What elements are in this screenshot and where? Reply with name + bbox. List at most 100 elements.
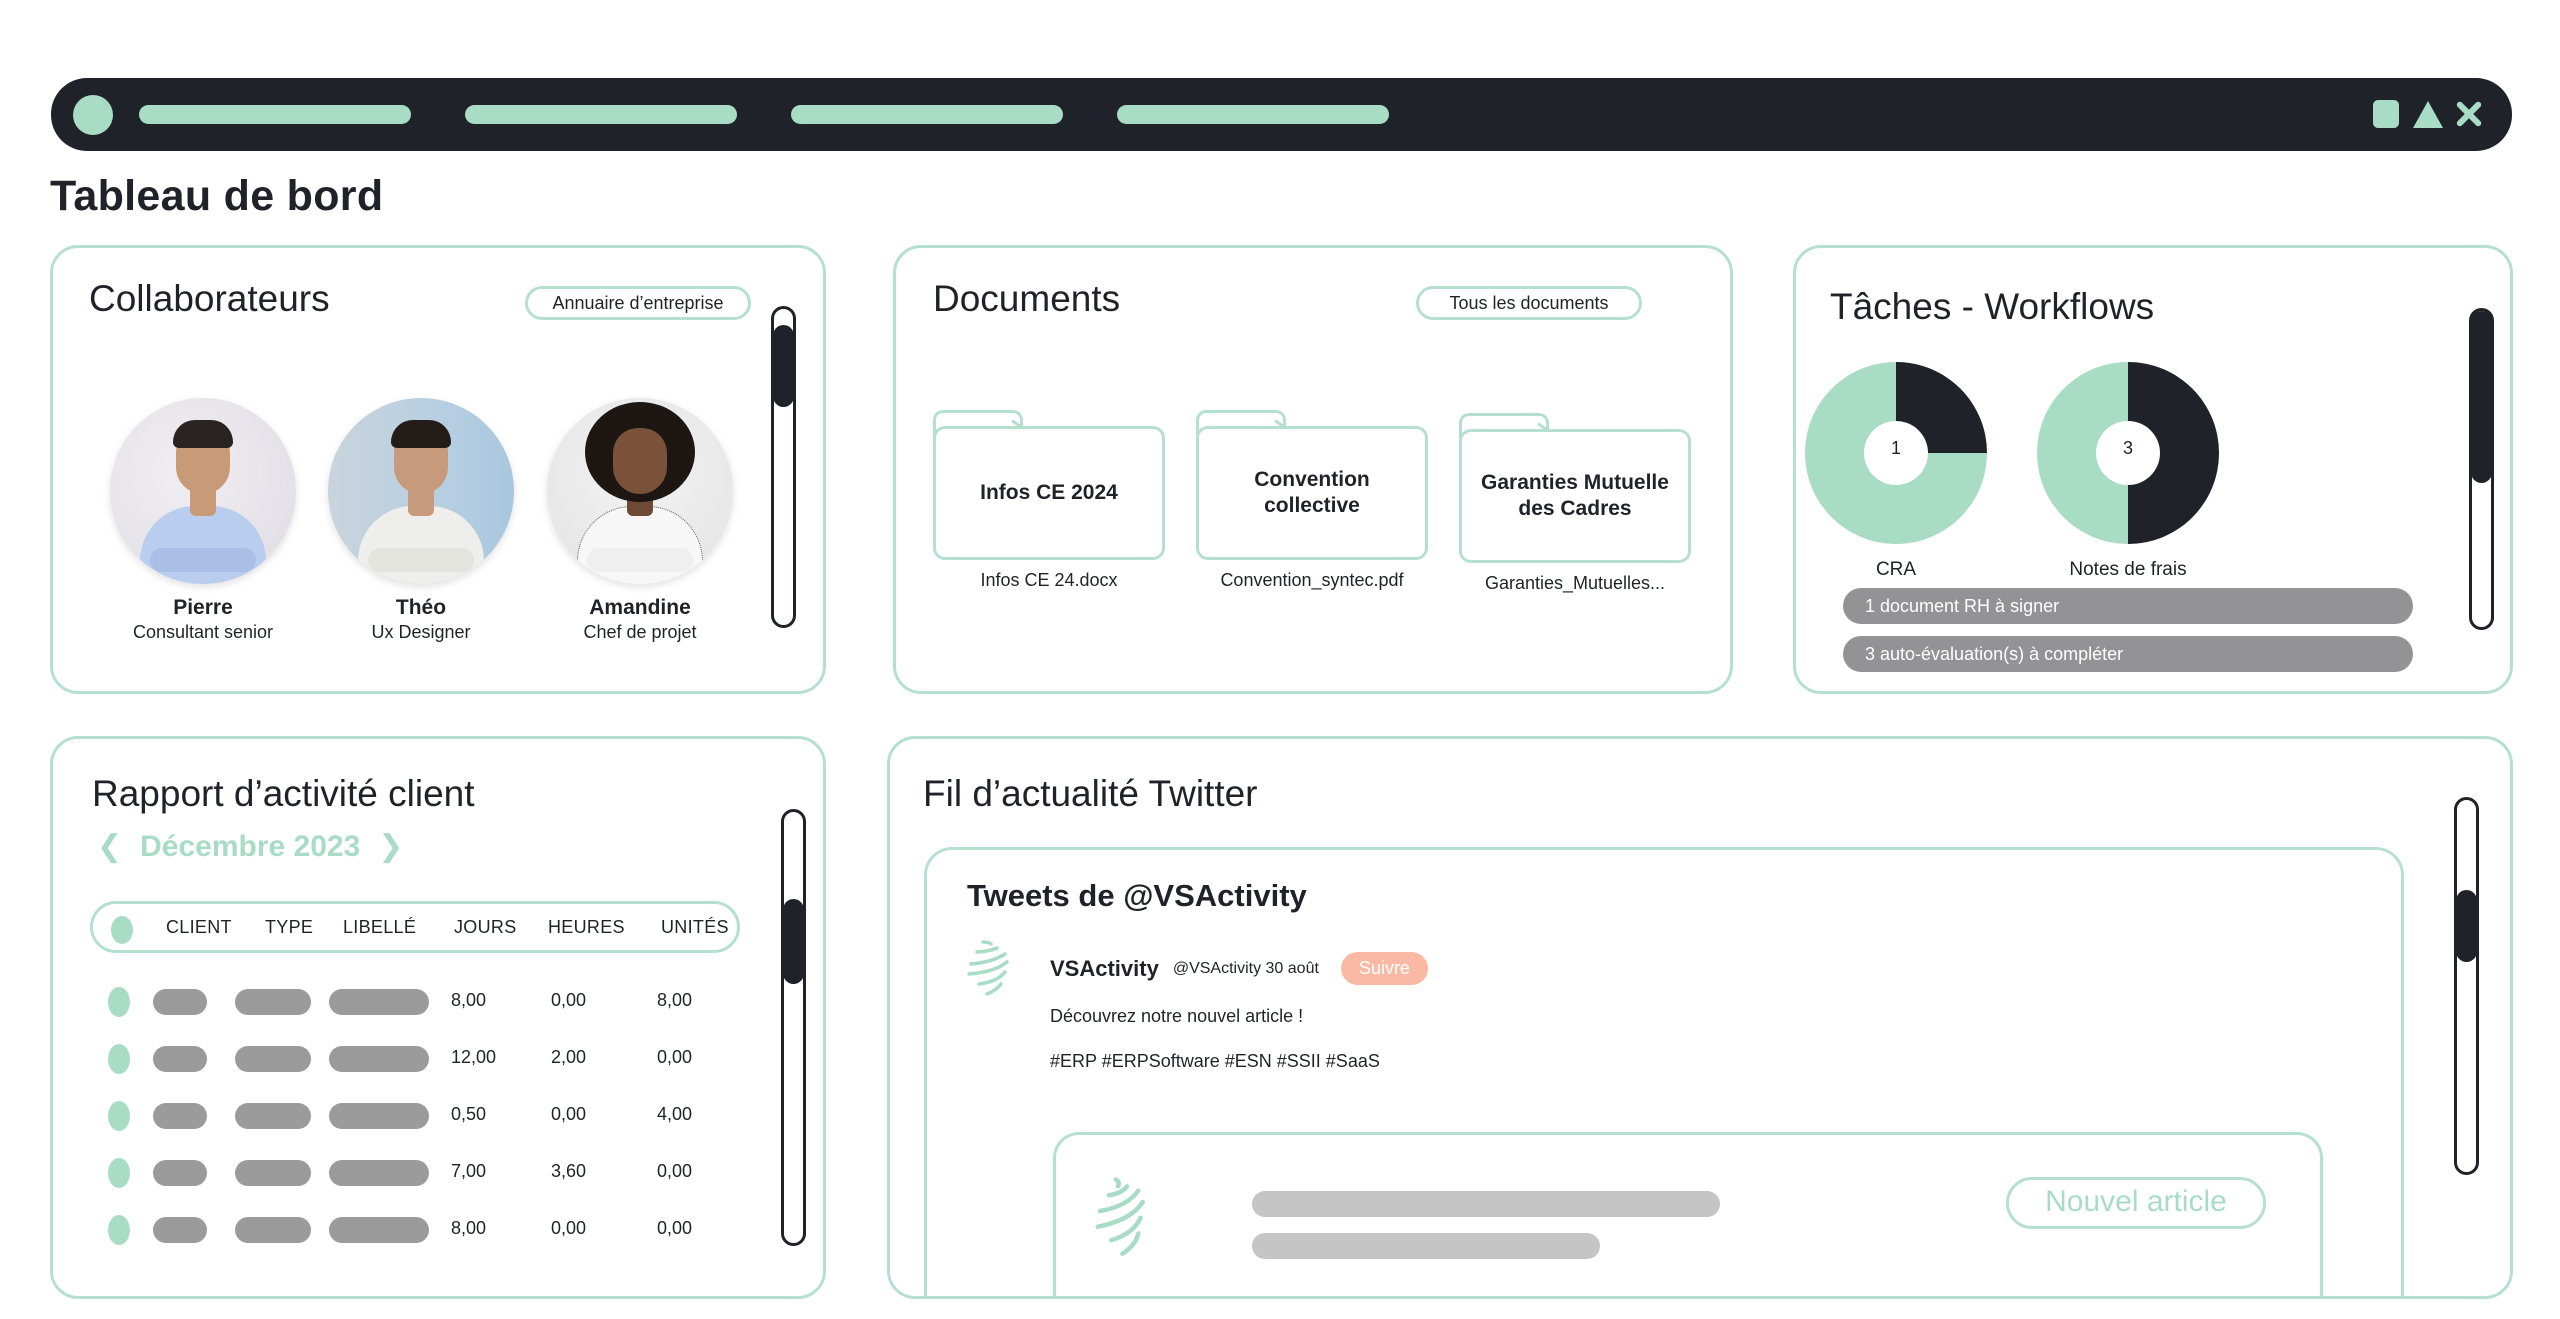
window-title-bar	[51, 78, 2512, 151]
libelle-placeholder	[329, 1217, 429, 1243]
scrollbar-thumb[interactable]	[773, 325, 794, 408]
scrollbar-thumb[interactable]	[2456, 890, 2477, 962]
all-documents-button[interactable]: Tous les documents	[1416, 286, 1642, 320]
column-header-heures[interactable]: HEURES	[548, 917, 625, 938]
row-select-dot[interactable]	[108, 1215, 130, 1245]
client-placeholder	[153, 1217, 207, 1243]
tweet-hashtags[interactable]: #ERP #ERPSoftware #ESN #SSII #SaaS	[1050, 1051, 1380, 1072]
type-placeholder	[235, 1046, 311, 1072]
close-icon[interactable]	[2455, 100, 2483, 128]
tasks-scrollbar[interactable]	[2469, 308, 2494, 630]
app-logo-dot[interactable]	[73, 95, 113, 135]
directory-button[interactable]: Annuaire d’entreprise	[525, 286, 751, 320]
table-row[interactable]: 8,00 0,00 0,00	[90, 1215, 740, 1245]
twitter-title: Fil d’actualité Twitter	[923, 773, 1258, 814]
donut-cra[interactable]: 1 CRA	[1801, 358, 1991, 581]
feed-title: Tweets de @VSActivity	[967, 878, 1307, 913]
tweet-author-name[interactable]: VSActivity	[1050, 956, 1159, 982]
row-select-dot[interactable]	[108, 1101, 130, 1131]
tweet-timeline-card: Tweets de @VSActivity VSActivity @VSActi…	[924, 847, 2404, 1296]
documents-title: Documents	[933, 278, 1121, 319]
scrollbar-thumb[interactable]	[783, 898, 804, 984]
report-scrollbar[interactable]	[781, 809, 806, 1246]
client-placeholder	[153, 989, 207, 1015]
tweet-handle-date[interactable]: @VSActivity 30 août	[1173, 960, 1319, 978]
donut-count: 1	[1890, 438, 1901, 458]
column-header-libelle[interactable]: LIBELLÉ	[343, 917, 416, 938]
task-alert-hr-document[interactable]: 1 document RH à signer	[1843, 588, 2413, 624]
vsactivity-logo-icon	[967, 940, 1009, 996]
table-row[interactable]: 7,00 3,60 0,00	[90, 1158, 740, 1188]
document-folder[interactable]: Convention collective Convention_syntec.…	[1196, 410, 1428, 591]
column-header-jours[interactable]: JOURS	[454, 917, 517, 938]
tab-4[interactable]	[1117, 105, 1389, 124]
tasks-title: Tâches - Workflows	[1830, 286, 2155, 327]
cell-jours: 8,00	[451, 990, 487, 1010]
cell-heures: 0,00	[551, 990, 587, 1010]
vsactivity-logo-icon	[1095, 1177, 1145, 1256]
tweet-text: Découvrez notre nouvel article !	[1050, 1006, 1304, 1026]
tab-2[interactable]	[465, 105, 737, 124]
avatar	[328, 398, 514, 584]
cell-jours: 12,00	[451, 1047, 497, 1067]
collaborator-card[interactable]: Théo Ux Designer	[321, 398, 521, 643]
libelle-placeholder	[329, 1103, 429, 1129]
tab-1[interactable]	[139, 105, 411, 124]
tasks-panel: Tâches - Workflows 1 CRA 3 Notes de frai…	[1793, 245, 2513, 694]
collaborator-card[interactable]: Pierre Consultant senior	[103, 398, 303, 643]
collaborator-role: Chef de projet	[583, 622, 697, 642]
file-name: Garanties_Mutuelles...	[1484, 573, 1666, 593]
folder-label: Infos CE 2024	[933, 426, 1165, 560]
tab-3[interactable]	[791, 105, 1063, 124]
collaborator-name: Théo	[395, 596, 447, 619]
collaborator-card[interactable]: Amandine Chef de projet	[540, 398, 740, 643]
row-select-dot[interactable]	[108, 987, 130, 1017]
column-header-client[interactable]: CLIENT	[166, 917, 232, 938]
table-header: CLIENT TYPE LIBELLÉ JOURS HEURES UNITÉS	[90, 901, 740, 953]
document-folder[interactable]: Infos CE 2024 Infos CE 24.docx	[933, 410, 1165, 591]
file-name: Infos CE 24.docx	[980, 570, 1118, 590]
type-placeholder	[235, 1103, 311, 1129]
avatar	[547, 398, 733, 584]
new-article-button[interactable]: Nouvel article	[2006, 1177, 2266, 1229]
follow-button[interactable]: Suivre	[1340, 952, 1428, 985]
collaborator-role: Ux Designer	[371, 622, 471, 642]
chevron-left-icon[interactable]: ❮	[97, 829, 122, 864]
column-header-type[interactable]: TYPE	[265, 917, 313, 938]
article-link-card[interactable]: Nouvel article	[1053, 1132, 2323, 1296]
collaborators-title: Collaborateurs	[89, 278, 330, 319]
collaborator-name: Pierre	[173, 596, 233, 619]
task-alert-self-evaluation[interactable]: 3 auto-évaluation(s) à compléter	[1843, 636, 2413, 672]
client-placeholder	[153, 1103, 207, 1129]
chevron-right-icon[interactable]: ❯	[378, 829, 403, 864]
twitter-scrollbar[interactable]	[2454, 797, 2479, 1175]
cell-heures: 0,00	[551, 1104, 587, 1124]
type-placeholder	[235, 989, 311, 1015]
month-label: Décembre 2023	[140, 829, 361, 863]
libelle-placeholder	[329, 1160, 429, 1186]
donut-label: CRA	[1875, 559, 1917, 580]
tweet-header: VSActivity @VSActivity 30 août Suivre	[1050, 952, 1428, 985]
column-header-unites[interactable]: UNITÉS	[661, 917, 729, 938]
table-row[interactable]: 12,00 2,00 0,00	[90, 1044, 740, 1074]
maximize-square-icon[interactable]	[2373, 100, 2399, 128]
client-placeholder	[153, 1046, 207, 1072]
scrollbar-thumb[interactable]	[2471, 311, 2492, 483]
cell-jours: 7,00	[451, 1161, 487, 1181]
row-select-dot[interactable]	[108, 1158, 130, 1188]
row-select-dot[interactable]	[108, 1044, 130, 1074]
select-all-dot[interactable]	[111, 916, 133, 944]
cell-heures: 3,60	[551, 1161, 587, 1181]
libelle-placeholder	[329, 1046, 429, 1072]
collaborators-scrollbar[interactable]	[771, 306, 796, 628]
table-row[interactable]: 8,00 0,00 8,00	[90, 987, 740, 1017]
donut-notes-de-frais[interactable]: 3 Notes de frais	[2033, 358, 2223, 581]
folder-icon: Garanties Mutuelle des Cadres	[1459, 413, 1691, 563]
triangle-icon[interactable]	[2413, 101, 2443, 128]
collaborators-panel: Collaborateurs Annuaire d’entreprise Pie…	[50, 245, 826, 694]
document-folder[interactable]: Garanties Mutuelle des Cadres Garanties_…	[1459, 413, 1691, 594]
type-placeholder	[235, 1217, 311, 1243]
cell-jours: 8,00	[451, 1218, 487, 1238]
table-row[interactable]: 0,50 0,00 4,00	[90, 1101, 740, 1131]
cell-unites: 0,00	[657, 1047, 693, 1067]
